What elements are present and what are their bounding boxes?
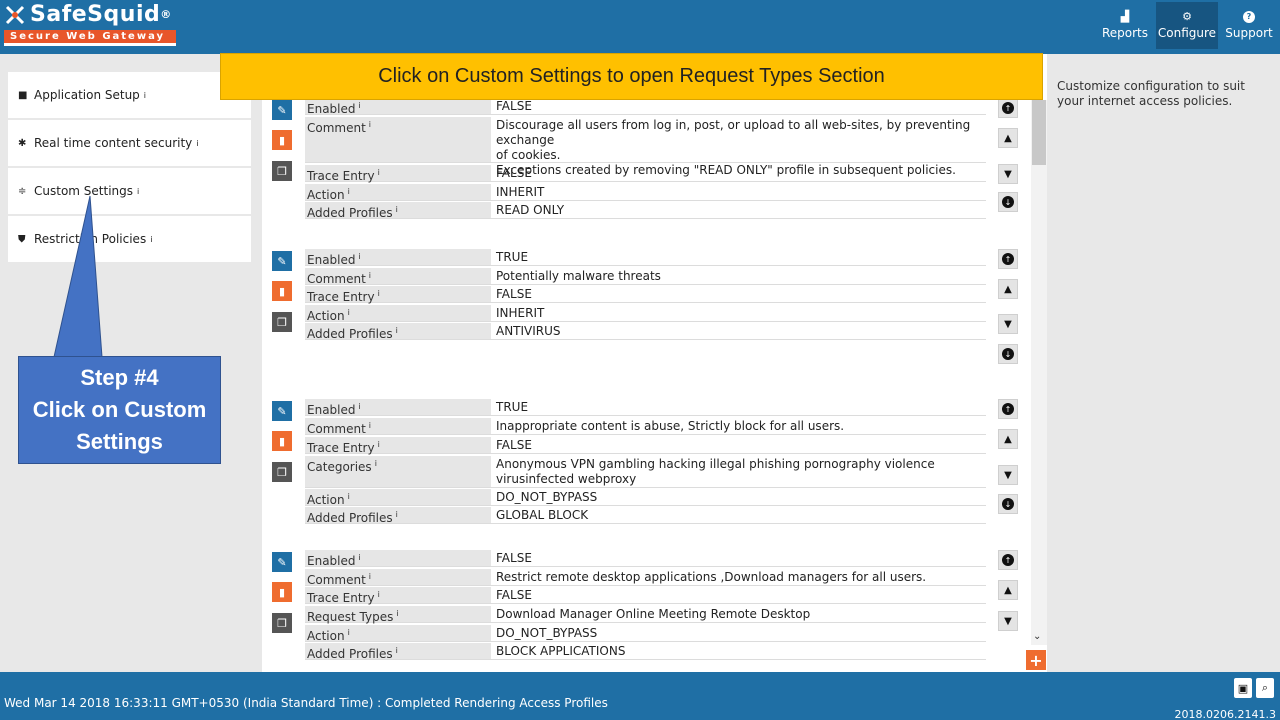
step-callout: Step #4 Click on Custom Settings	[18, 356, 221, 464]
